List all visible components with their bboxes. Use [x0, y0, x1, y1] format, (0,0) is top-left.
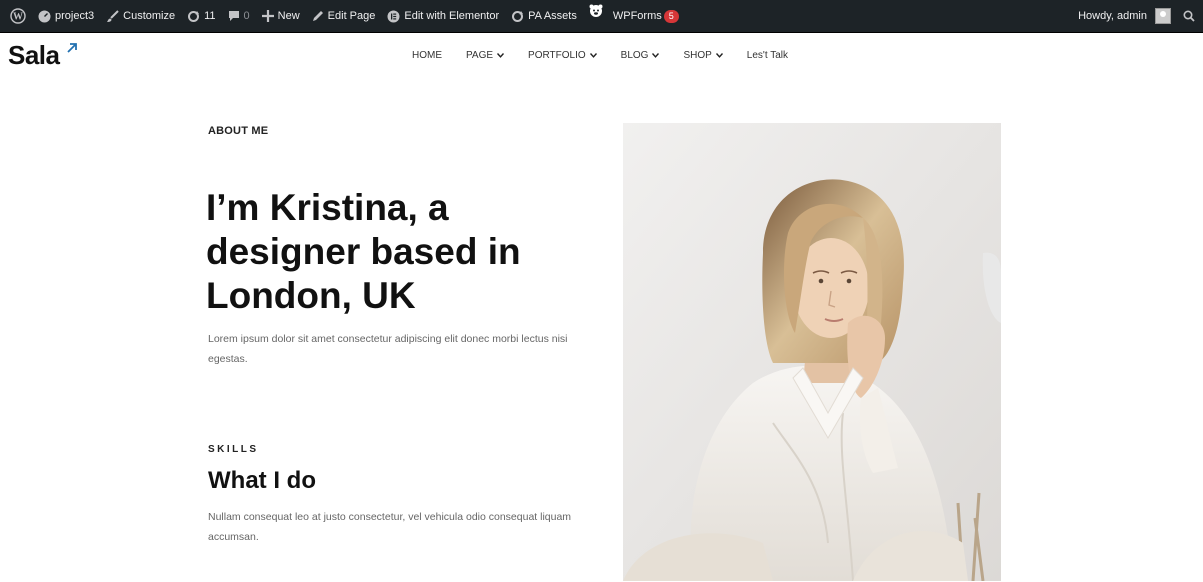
- site-header: Sala HOME PAGE PORTFOLIO BLOG SHOP Les't…: [0, 33, 1203, 83]
- hero-title: I’m Kristina, a designer based in London…: [206, 187, 521, 316]
- hero-description: Lorem ipsum dolor sit amet consectetur a…: [208, 333, 568, 365]
- my-account-menu[interactable]: Howdy, admin: [1072, 0, 1177, 33]
- chevron-down-icon: [652, 53, 660, 58]
- chevron-down-icon: [715, 53, 723, 58]
- new-content-menu[interactable]: New: [256, 0, 306, 33]
- customize-link[interactable]: Customize: [100, 0, 181, 33]
- skills-label: SKILLS: [208, 444, 259, 455]
- elementor-icon: [387, 10, 400, 22]
- arrow-up-right-icon: [66, 43, 77, 53]
- site-name-label: project3: [55, 10, 95, 22]
- pa-assets-link[interactable]: PA Assets: [505, 0, 583, 33]
- wpforms-menu[interactable]: WPForms 5: [583, 0, 685, 33]
- pencil-icon: [312, 11, 323, 21]
- wordpress-menu[interactable]: W: [4, 0, 32, 33]
- plus-icon: [261, 10, 274, 22]
- logo-text: Sala: [8, 40, 60, 70]
- nav-item-page[interactable]: PAGE: [454, 50, 516, 61]
- refresh-icon: [188, 10, 200, 22]
- howdy-label: Howdy, admin: [1078, 10, 1147, 22]
- updates-count: 11: [204, 10, 216, 22]
- nav-item-shop[interactable]: SHOP: [671, 50, 734, 61]
- refresh-icon: [512, 10, 524, 22]
- paintbrush-icon: [107, 9, 119, 22]
- nav-item-blog[interactable]: BLOG: [609, 50, 672, 61]
- edit-elementor-label: Edit with Elementor: [404, 10, 500, 22]
- edit-page-label: Edit Page: [327, 10, 376, 22]
- main-navigation: HOME PAGE PORTFOLIO BLOG SHOP Les't Talk: [400, 50, 800, 61]
- site-name-menu[interactable]: project3: [32, 0, 100, 33]
- svg-text:W: W: [13, 12, 23, 23]
- wpforms-label: WPForms: [612, 9, 662, 22]
- wpforms-badge: 5: [663, 9, 679, 23]
- search-icon: [1183, 10, 1195, 22]
- site-logo[interactable]: Sala: [8, 40, 78, 71]
- nav-item-portfolio[interactable]: PORTFOLIO: [516, 50, 609, 61]
- chevron-down-icon: [497, 53, 505, 58]
- edit-elementor-link[interactable]: Edit with Elementor: [381, 0, 505, 33]
- updates-link[interactable]: 11: [181, 0, 221, 33]
- comments-link[interactable]: 0: [222, 0, 256, 33]
- skills-title: What I do: [208, 467, 316, 494]
- portrait-illustration: [623, 123, 1001, 581]
- chevron-down-icon: [589, 53, 597, 58]
- admin-bar: W project3 Customize 11 0 New Edit Page: [0, 0, 1203, 33]
- pa-assets-label: PA Assets: [528, 10, 577, 22]
- comments-count: 0: [243, 10, 250, 22]
- nav-item-lets-talk[interactable]: Les't Talk: [735, 50, 800, 61]
- customize-label: Customize: [123, 10, 176, 22]
- wordpress-logo-icon: W: [10, 8, 26, 24]
- wpforms-bear-icon: [589, 4, 603, 17]
- new-label: New: [277, 10, 300, 22]
- dashboard-gauge-icon: [38, 10, 51, 22]
- about-label: ABOUT ME: [208, 125, 269, 137]
- portrait-image: [623, 123, 1001, 581]
- nav-item-home[interactable]: HOME: [400, 50, 454, 61]
- skills-description: Nullam consequat leo at justo consectetu…: [208, 511, 572, 543]
- comment-bubble-icon: [228, 11, 239, 21]
- avatar: [1155, 8, 1171, 24]
- admin-search-button[interactable]: [1177, 0, 1203, 33]
- edit-page-link[interactable]: Edit Page: [306, 0, 382, 33]
